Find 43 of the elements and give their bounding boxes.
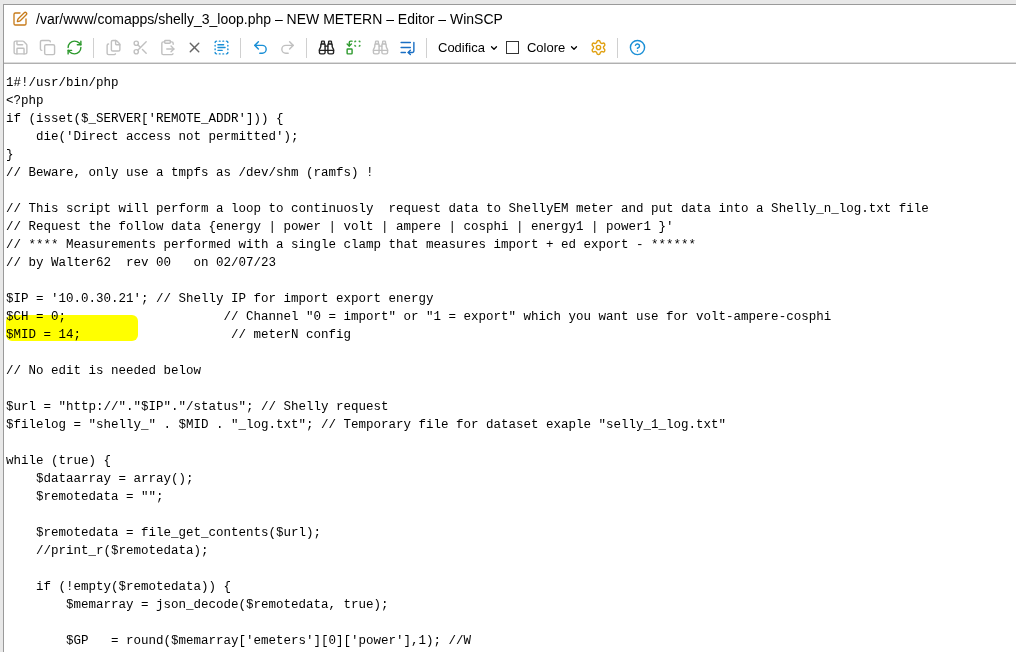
redo-icon (278, 39, 296, 56)
code-line: $url = "http://"."$IP"."/status"; // Shelly request (6, 400, 389, 414)
code-line: $remotedata = file_get_contents($url); (35, 526, 322, 540)
code-line: $filelog = "shelly_" . $MID . "_log.txt"; // Temporary file for dataset exaple "selly_1_log.txt" (6, 418, 727, 432)
code-line: // Request the follow data {energy | power | volt | ampere | cosphi | energy1 | power1 }' (6, 220, 674, 234)
find-replace-icon (344, 39, 362, 56)
encoding-dropdown[interactable]: Codifica (434, 35, 503, 60)
notepad-icon (12, 11, 28, 27)
code-line: die('Direct access not permitted'); (35, 130, 299, 144)
code-line: <?php (6, 94, 44, 108)
code-line: $memarray = json_decode($remotedata, true); (65, 598, 389, 612)
code-line: 1#!/usr/bin/php (6, 76, 119, 90)
reload-icon (65, 39, 83, 56)
copy-icon (104, 39, 122, 56)
code-line: // **** Measurements performed with a single clamp that measures import + ed export - ****** (6, 238, 697, 252)
code-line: $remotedata = ""; (35, 490, 164, 504)
code-line: while (true) { (6, 454, 112, 468)
save-icon (11, 39, 29, 56)
color-dropdown[interactable]: Colore (522, 35, 584, 60)
code-line: if (isset($_SERVER['REMOTE_ADDR'])) { (6, 112, 284, 126)
code-line: $GP = round($memarray['emeters'][0]['power'],1); //W (65, 634, 472, 648)
code-line: // by Walter62 rev 00 on 02/07/23 (6, 256, 277, 270)
code-line: $MID = 14; // meterN config (6, 328, 352, 342)
undo-icon (251, 39, 269, 56)
save-all-icon (38, 39, 56, 56)
window-title: /var/www/comapps/shelly_3_loop.php – NEW METERN – Editor – WinSCP (36, 9, 503, 29)
code-line: $dataarray = array(); (35, 472, 194, 486)
settings-icon (589, 39, 607, 56)
help-icon (628, 39, 646, 56)
code-line: // No edit is needed below (6, 364, 202, 378)
code-line: } (6, 148, 14, 162)
code-line: // This script will perform a loop to continuosly request data to ShellyEM meter and put data into a Shelly_n_log.txt file (6, 202, 929, 216)
code-line: if (!empty($remotedata)) { (35, 580, 232, 594)
code-line: //print_r($remotedata); (35, 544, 209, 558)
select-all-icon (212, 39, 230, 56)
paste-icon (158, 39, 176, 56)
binoculars-icon (317, 39, 335, 56)
code-line: // Beware, only use a tmpfs as /dev/shm (ramfs) ! (6, 166, 374, 180)
color-checkbox[interactable] (505, 41, 519, 54)
cut-icon (131, 39, 149, 56)
code-line: $IP = '10.0.30.21'; // Shelly IP for import export energy (6, 292, 434, 306)
binoculars-icon (371, 39, 389, 56)
go-to-line-icon (398, 39, 416, 56)
